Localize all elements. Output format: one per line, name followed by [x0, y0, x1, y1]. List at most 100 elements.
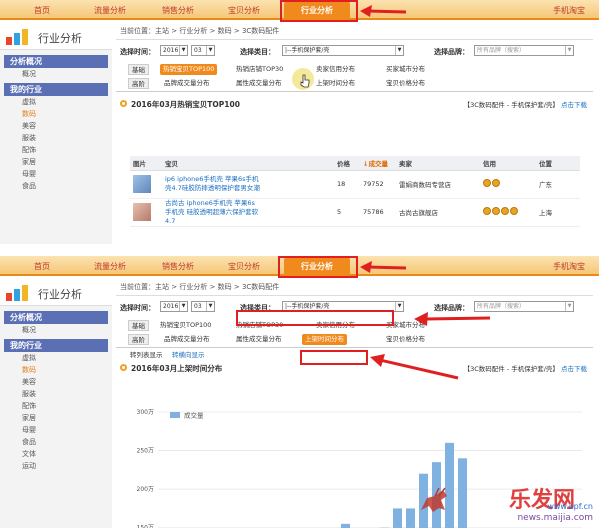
view-horizontal-link[interactable]: 转横向显示 — [172, 349, 205, 359]
chart-ytick-label: 250万 — [137, 448, 154, 455]
month-select[interactable]: 03 ▼ — [191, 301, 215, 312]
product-thumbnail[interactable] — [133, 175, 151, 193]
tab-hot-shops-top30[interactable]: 热销店铺TOP30 — [236, 320, 283, 331]
chart-legend-swatch — [170, 412, 180, 418]
download-link[interactable]: 点击下载 — [561, 101, 587, 109]
tab-hot-shops-top30[interactable]: 热销店铺TOP30 — [236, 64, 283, 75]
top-navigation: 首页 流量分析 销售分析 宝贝分析 行业分析 手机淘宝 — [0, 256, 599, 276]
sidebar-item-clothing[interactable]: 服装 — [0, 132, 112, 144]
tab-attribute-volume[interactable]: 属性成交量分布 — [236, 334, 282, 345]
chart-bar[interactable] — [406, 508, 415, 528]
table-row: 古尚古 iphone6手机壳 苹果6s手机壳 硅胶透明超薄六保护套软4.7 5 … — [130, 198, 580, 227]
nav-mobile-taobao[interactable]: 手机淘宝 — [553, 3, 585, 18]
sidebar-item-beauty[interactable]: 美容 — [0, 120, 112, 132]
year-select[interactable]: 2016 ▼ — [160, 301, 188, 312]
nav-tab-home[interactable]: 首页 — [22, 259, 62, 274]
credit-cell — [480, 170, 536, 199]
nav-tab-industry[interactable]: 行业分析 — [284, 257, 350, 276]
tab-seller-credit[interactable]: 卖家信用分布 — [316, 64, 355, 75]
chart-bar[interactable] — [341, 523, 350, 528]
nav-tab-traffic[interactable]: 流量分析 — [84, 3, 136, 18]
time-label: 选择时间： — [120, 304, 155, 312]
location-cell: 广东 — [536, 170, 580, 199]
tab-item-price[interactable]: 宝贝价格分布 — [386, 78, 425, 89]
sidebar-item-baby[interactable]: 母婴 — [0, 168, 112, 180]
filter-bar: 选择时间： 2016 ▼ 03 ▼ 选择类目： |--手机保护套/壳 ▼ 选择品牌： … — [116, 40, 593, 62]
sidebar-item-home[interactable]: 家居 — [0, 156, 112, 168]
tab-hot-items-top100[interactable]: 热销宝贝TOP100 — [160, 64, 218, 75]
tab-buyer-city[interactable]: 买家城市分布 — [386, 320, 425, 331]
category-select[interactable]: |--手机保护套/壳 ▼ — [282, 301, 404, 312]
chart-ytick-label: 300万 — [137, 409, 154, 416]
seller-cell[interactable]: 雷娟商数码专营店 — [396, 170, 480, 199]
sidebar-item-sports-culture[interactable]: 文体 — [0, 448, 112, 460]
sidebar-item-clothing[interactable]: 服装 — [0, 388, 112, 400]
tab-buyer-city[interactable]: 买家城市分布 — [386, 64, 425, 75]
sidebar-item-digital[interactable]: 数码 — [0, 364, 112, 376]
sidebar-item-overview[interactable]: 概况 — [0, 324, 112, 336]
sidebar-title: 行业分析 — [38, 288, 82, 301]
tab-brand-volume[interactable]: 品牌成交量分布 — [164, 78, 210, 89]
nav-tab-home[interactable]: 首页 — [22, 3, 62, 18]
category-select[interactable]: |--手机保护套/壳 ▼ — [282, 45, 404, 56]
nav-tab-sales[interactable]: 销售分析 — [152, 3, 204, 18]
brand-search-select[interactable]: 所有品牌（搜索） ▼ — [474, 301, 574, 312]
sidebar-item-baby[interactable]: 母婴 — [0, 424, 112, 436]
watermark-url-maijia: news.maijia.com — [517, 513, 593, 523]
sidebar-item-food[interactable]: 食品 — [0, 180, 112, 192]
product-title-link[interactable]: ip6 iphone6手机壳 苹果6s手机壳4.7硅胶防摔透明保护套男女潮 — [165, 175, 261, 193]
sidebar-group-overview: 分析概况 — [4, 55, 108, 68]
tab-listing-time[interactable]: 上架时间分布 — [316, 78, 355, 89]
col-seller: 卖家 — [396, 156, 480, 171]
sidebar-item-sports[interactable]: 运动 — [0, 460, 112, 472]
tab-item-price[interactable]: 宝贝价格分布 — [386, 334, 425, 345]
sidebar-item-accessories[interactable]: 配饰 — [0, 144, 112, 156]
credit-crown-icon — [510, 207, 518, 215]
sales-cell: 79752 — [360, 170, 396, 199]
credit-crown-icon — [501, 207, 509, 215]
product-title-link[interactable]: 古尚古 iphone6手机壳 苹果6s手机壳 硅胶透明超薄六保护套软4.7 — [165, 199, 261, 226]
year-select[interactable]: 2016 ▼ — [160, 45, 188, 56]
sidebar: 行业分析 分析概况 概况 我的行业 虚拟 数码 美容 服装 配饰 家居 母婴 食… — [0, 278, 112, 528]
nav-tab-industry[interactable]: 行业分析 — [284, 1, 350, 20]
nav-tab-product[interactable]: 宝贝分析 — [218, 259, 270, 274]
tab-listing-time[interactable]: 上架时间分布 — [302, 334, 347, 345]
brand-search-select[interactable]: 所有品牌（搜索） ▼ — [474, 45, 574, 56]
tab-hot-items-top100[interactable]: 热销宝贝TOP100 — [160, 320, 211, 331]
view-list-link[interactable]: 转列表显示 — [130, 349, 163, 359]
seller-cell[interactable]: 古尚古旗舰店 — [396, 198, 480, 227]
sidebar-item-food[interactable]: 食品 — [0, 436, 112, 448]
col-image: 图片 — [130, 156, 162, 171]
sidebar-item-home[interactable]: 家居 — [0, 412, 112, 424]
sidebar-item-overview[interactable]: 概况 — [0, 68, 112, 80]
month-select[interactable]: 03 ▼ — [191, 45, 215, 56]
sidebar-item-digital[interactable]: 数码 — [0, 108, 112, 120]
nav-tab-sales[interactable]: 销售分析 — [152, 259, 204, 274]
product-thumbnail[interactable] — [133, 203, 151, 221]
tab-attribute-volume[interactable]: 属性成交量分布 — [236, 78, 282, 89]
analytics-logo-icon — [6, 29, 30, 45]
credit-crown-icon — [483, 207, 491, 215]
nav-mobile-taobao[interactable]: 手机淘宝 — [553, 259, 585, 274]
col-price[interactable]: 价格 — [334, 156, 360, 171]
col-sales[interactable]: ↓成交量 — [360, 156, 396, 171]
chart-bar[interactable] — [393, 508, 402, 528]
category-label: 选择类目： — [240, 48, 275, 56]
col-credit: 信用 — [480, 156, 536, 171]
sidebar-item-beauty[interactable]: 美容 — [0, 376, 112, 388]
tab-brand-volume[interactable]: 品牌成交量分布 — [164, 334, 210, 345]
sidebar-item-accessories[interactable]: 配饰 — [0, 400, 112, 412]
download-link[interactable]: 点击下载 — [561, 365, 587, 373]
screenshot-panel-top: 首页 流量分析 销售分析 宝贝分析 行业分析 手机淘宝 行业分析 分析概况 概况… — [0, 0, 599, 244]
nav-tab-product[interactable]: 宝贝分析 — [218, 3, 270, 18]
watermark: 乐发网 www.epf.cn news.maijia.com — [417, 482, 597, 526]
nav-tab-traffic[interactable]: 流量分析 — [84, 259, 136, 274]
filter-bar: 选择时间： 2016 ▼ 03 ▼ 选择类目： |--手机保护套/壳 ▼ 选择品牌： … — [116, 296, 593, 318]
tab-seller-credit[interactable]: 卖家信用分布 — [316, 320, 355, 331]
sidebar-item-virtual[interactable]: 虚拟 — [0, 352, 112, 364]
sidebar: 行业分析 分析概况 概况 我的行业 虚拟 数码 美容 服装 配饰 家居 母婴 食… — [0, 22, 112, 244]
price-cell: 5 — [334, 198, 360, 227]
screenshot-panel-bottom: 首页 流量分析 销售分析 宝贝分析 行业分析 手机淘宝 行业分析 分析概况 概况… — [0, 256, 599, 528]
sidebar-item-virtual[interactable]: 虚拟 — [0, 96, 112, 108]
section-header: 2016年03月热销宝贝TOP100 【3C数码配件 - 手机保护套/壳】 点击… — [116, 96, 593, 112]
